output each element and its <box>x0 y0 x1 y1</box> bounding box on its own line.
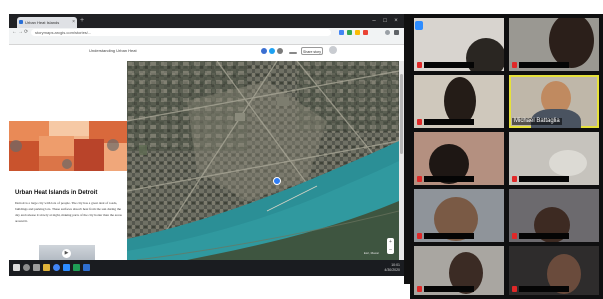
redacted-name <box>519 62 569 68</box>
participant-tile[interactable] <box>414 189 504 242</box>
extension-icon[interactable] <box>339 30 344 35</box>
participant-tile[interactable] <box>509 189 599 242</box>
task-view-icon[interactable] <box>33 264 40 271</box>
participant-tile[interactable] <box>509 246 599 295</box>
zoom-app-icon[interactable] <box>63 264 70 271</box>
window-close-icon[interactable]: × <box>391 16 401 26</box>
redacted-name <box>424 286 474 292</box>
chrome-icon[interactable] <box>53 264 60 271</box>
search-icon[interactable] <box>23 264 30 271</box>
muted-mic-icon <box>512 176 517 182</box>
zoom-logo-icon <box>415 21 423 30</box>
share-story-button[interactable]: Share story <box>301 47 323 55</box>
map-attribution: Esri, Maxar <box>363 251 379 255</box>
address-bar-row: ← → ⟳ storymaps.arcgis.com/stories/... <box>9 28 404 37</box>
browser-tab[interactable]: Urban Heat Islands × <box>17 17 77 28</box>
page-scrollbar-thumb[interactable] <box>400 74 403 154</box>
menu-icon[interactable] <box>394 30 399 35</box>
zoom-control: + – <box>387 238 394 254</box>
story-header: Understanding Urban Heat Share story <box>9 45 404 61</box>
file-explorer-icon[interactable] <box>43 264 50 271</box>
redacted-name <box>519 286 569 292</box>
redacted-name <box>519 233 569 239</box>
browser-tab-bar: Urban Heat Islands × + – □ × <box>9 14 404 28</box>
muted-mic-icon <box>417 176 422 182</box>
participant-video <box>549 150 587 176</box>
app-icon[interactable] <box>73 264 80 271</box>
muted-mic-icon <box>417 233 422 239</box>
app-icon[interactable] <box>83 264 90 271</box>
profile-icon[interactable] <box>385 30 390 35</box>
heat-map-thumbnail <box>9 121 127 171</box>
shared-screen: Urban Heat Islands × + – □ × ← → ⟳ story… <box>9 14 404 276</box>
muted-mic-icon <box>512 233 517 239</box>
participant-tile[interactable] <box>414 132 504 185</box>
satellite-map[interactable]: Esri, Maxar + – <box>127 61 399 260</box>
new-tab-button[interactable]: + <box>80 17 84 25</box>
reload-button[interactable]: ⟳ <box>24 29 28 36</box>
participant-tile[interactable] <box>414 246 504 295</box>
windows-taskbar: 10:01 4/30/2020 <box>9 260 404 276</box>
screenshot-stage: Urban Heat Islands × + – □ × ← → ⟳ story… <box>0 0 603 299</box>
avatar[interactable] <box>329 46 337 54</box>
story-title: Understanding Urban Heat <box>89 48 137 53</box>
redacted-name <box>424 176 474 182</box>
panel-body-text: Detroit is a large city with lots of peo… <box>15 201 122 223</box>
more-icon[interactable] <box>289 52 297 54</box>
storymap-favicon-icon <box>19 20 23 24</box>
panel-title: Urban Heat Islands in Detroit <box>15 190 98 196</box>
bookmarks-bar: AppsGmailYouTubeMapsClassroomDriveDocsZo… <box>9 37 404 45</box>
participant-tile[interactable] <box>414 75 504 128</box>
tab-close-icon[interactable]: × <box>72 17 75 28</box>
taskbar-clock[interactable]: 10:01 4/30/2020 <box>384 263 400 273</box>
minimize-icon[interactable]: – <box>369 16 379 26</box>
play-icon[interactable]: ▶ <box>62 249 71 258</box>
participant-tile[interactable] <box>509 18 599 71</box>
muted-mic-icon <box>417 286 422 292</box>
tab-title: Urban Heat Islands <box>25 20 60 25</box>
start-icon[interactable] <box>13 264 20 271</box>
participant-tile[interactable] <box>414 18 504 71</box>
participant-tile-active-speaker[interactable]: Michael Battaglia <box>509 75 599 128</box>
extension-icon[interactable] <box>363 30 368 35</box>
forward-button[interactable]: → <box>18 29 23 36</box>
redacted-name <box>424 233 474 239</box>
muted-mic-icon <box>417 119 422 125</box>
participant-gallery: Michael Battaglia <box>410 14 603 299</box>
redacted-name <box>519 176 569 182</box>
muted-mic-icon <box>417 62 422 68</box>
participant-video <box>549 18 594 68</box>
participant-video <box>444 77 476 125</box>
clock-date: 4/30/2020 <box>384 268 400 272</box>
muted-mic-icon <box>512 62 517 68</box>
muted-mic-icon <box>512 286 517 292</box>
facebook-icon[interactable] <box>261 48 267 54</box>
twitter-icon[interactable] <box>269 48 275 54</box>
story-sidecar-panel: Urban Heat Islands in Detroit Detroit is… <box>9 61 127 260</box>
extension-icon[interactable] <box>355 30 360 35</box>
zoom-out-button[interactable]: – <box>387 246 394 254</box>
maximize-icon[interactable]: □ <box>380 16 390 26</box>
redacted-name <box>424 119 474 125</box>
participant-name: Michael Battaglia <box>512 118 562 125</box>
link-icon[interactable] <box>277 48 283 54</box>
participant-tile[interactable] <box>509 132 599 185</box>
redacted-name <box>424 62 474 68</box>
zoom-in-button[interactable]: + <box>387 238 394 246</box>
back-button[interactable]: ← <box>12 29 17 36</box>
address-input[interactable]: storymaps.arcgis.com/stories/... <box>31 29 331 36</box>
extension-icon[interactable] <box>347 30 352 35</box>
